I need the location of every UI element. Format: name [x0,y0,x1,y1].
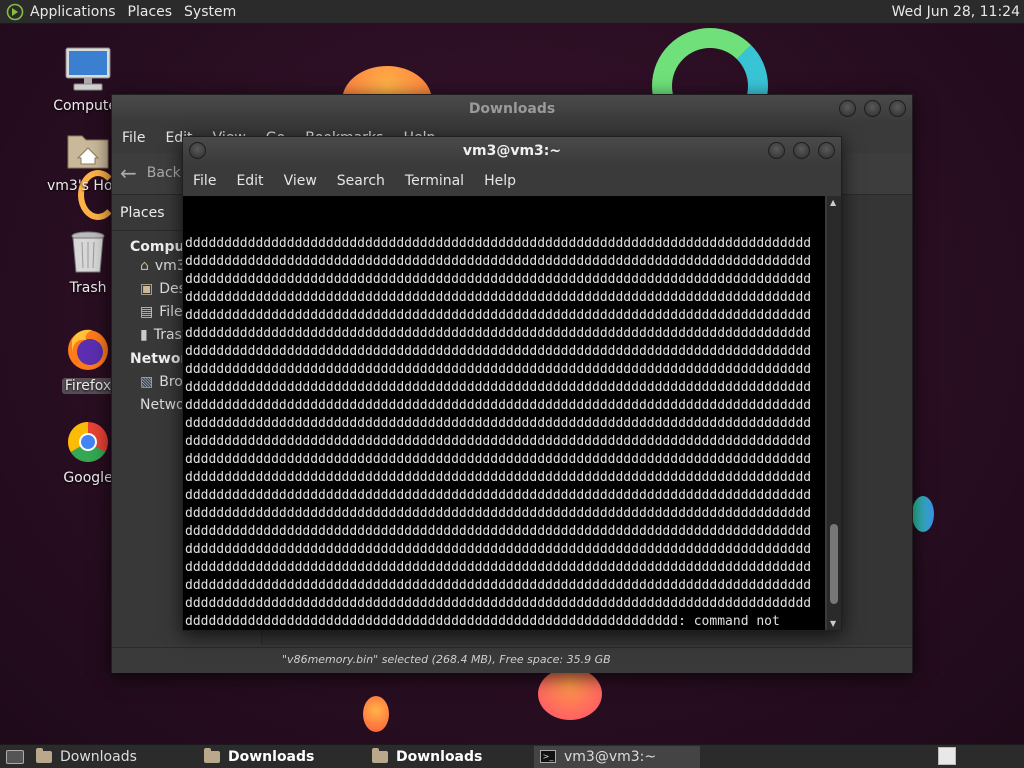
fm-statusbar: "v86memory.bin" selected (268.4 MB), Fre… [112,647,912,673]
terminal-line: dddddddddddddddddddddddddddddddddddddddd… [185,362,812,377]
clock[interactable]: Wed Jun 28, 11:24 [892,0,1020,24]
terminal-line: dddddddddddddddddddddddddddddddddddddddd… [185,578,812,593]
terminal-output[interactable]: dddddddddddddddddddddddddddddddddddddddd… [183,196,825,630]
terminal-line: dddddddddddddddddddddddddddddddddddddddd… [185,434,812,449]
terminal-line: dddddddddddddddddddddddddddddddddddddddd… [185,470,812,485]
file-manager-titlebar[interactable]: Downloads [112,95,912,123]
bottom-taskbar: Downloads Downloads Downloads >_ vm3@vm3… [0,744,1024,768]
maximize-button[interactable] [864,100,881,117]
task-downloads-2[interactable]: Downloads [198,746,364,768]
folder-icon [372,747,388,763]
desktop-icon-label: Firefox [61,378,115,394]
show-desktop-icon [6,749,24,764]
terminal-line: dddddddddddddddddddddddddddddddddddddddd… [185,290,812,305]
task-terminal[interactable]: >_ vm3@vm3:~ [534,745,700,768]
trash-icon [64,228,112,276]
terminal-titlebar[interactable]: vm3@vm3:~ [183,137,841,165]
terminal-line: dddddddddddddddddddddddddddddddddddddddd… [185,326,812,341]
network-icon: ▧ [140,374,154,390]
terminal-line: dddddddddddddddddddddddddddddddddddddddd… [185,614,780,629]
top-panel: Applications Places System Wed Jun 28, 1… [0,0,1024,24]
task-label: Downloads [396,748,483,765]
terminal-line: dddddddddddddddddddddddddddddddddddddddd… [185,380,812,395]
term-menu-terminal[interactable]: Terminal [395,173,474,189]
mate-logo-icon [6,3,24,20]
trash-small-icon: ▮ [140,327,148,343]
close-button[interactable] [818,142,835,159]
terminal-window: vm3@vm3:~ File Edit View Search Terminal… [182,136,842,631]
terminal-line: dddddddddddddddddddddddddddddddddddddddd… [185,596,812,611]
terminal-line: dddddddddddddddddddddddddddddddddddddddd… [185,416,812,431]
applications-menu[interactable]: Applications [0,0,122,24]
task-label: Downloads [228,748,315,765]
terminal-line: dddddddddddddddddddddddddddddddddddddddd… [185,452,812,467]
drive-icon: ▤ [140,304,154,320]
term-menu-edit[interactable]: Edit [226,173,273,189]
terminal-line: dddddddddddddddddddddddddddddddddddddddd… [185,488,812,503]
terminal-line: dddddddddddddddddddddddddddddddddddddddd… [185,272,812,287]
terminal-scrollbar[interactable]: ▲ ▼ [827,196,841,630]
applications-menu-label: Applications [30,3,116,20]
terminal-line: dddddddddddddddddddddddddddddddddddddddd… [185,524,812,539]
window-menu-button[interactable] [189,142,206,159]
folder-icon [36,747,52,763]
back-arrow-icon: ← [120,161,137,185]
terminal-title: vm3@vm3:~ [462,143,562,159]
term-menu-help[interactable]: Help [474,173,526,189]
term-menu-file[interactable]: File [183,173,226,189]
terminal-line: dddddddddddddddddddddddddddddddddddddddd… [185,506,812,521]
file-manager-title: Downloads [468,101,556,117]
home-folder-icon [64,126,112,174]
desktop-folder-icon: ▣ [140,281,154,297]
places-menu-label: Places [127,3,173,20]
terminal-menubar: File Edit View Search Terminal Help [183,165,841,196]
terminal-line: dddddddddddddddddddddddddddddddddddddddd… [185,344,812,359]
close-button[interactable] [889,100,906,117]
show-desktop-button[interactable] [0,746,30,768]
system-menu-label: System [184,3,237,20]
scroll-thumb[interactable] [830,524,838,604]
back-button[interactable]: ← Back [120,161,181,185]
desktop-icon-label: Trash [69,280,107,296]
task-downloads-3[interactable]: Downloads [366,746,532,768]
chrome-icon [64,418,112,466]
terminal-line: dddddddddddddddddddddddddddddddddddddddd… [185,398,812,413]
fm-menu-file[interactable]: File [112,130,155,146]
computer-icon [64,46,112,94]
term-menu-view[interactable]: View [274,173,327,189]
firefox-icon [64,326,112,374]
system-menu[interactable]: System [178,0,242,24]
places-menu[interactable]: Places [122,0,179,24]
minimize-button[interactable] [839,100,856,117]
back-button-label: Back [146,165,181,181]
scroll-up-arrow-icon[interactable]: ▲ [830,198,836,207]
terminal-line: dddddddddddddddddddddddddddddddddddddddd… [185,254,812,269]
minimize-button[interactable] [768,142,785,159]
maximize-button[interactable] [793,142,810,159]
scroll-down-arrow-icon[interactable]: ▼ [830,619,836,628]
task-label: Downloads [60,748,137,765]
terminal-line: dddddddddddddddddddddddddddddddddddddddd… [185,542,812,557]
wallpaper-teal-blob [912,496,934,532]
terminal-line: dddddddddddddddddddddddddddddddddddddddd… [185,560,812,575]
task-downloads-1[interactable]: Downloads [30,746,196,768]
terminal-line: dddddddddddddddddddddddddddddddddddddddd… [185,236,812,251]
term-menu-search[interactable]: Search [327,173,395,189]
wallpaper-small-orange-blob [363,696,389,732]
terminal-lines: dddddddddddddddddddddddddddddddddddddddd… [185,235,825,630]
desktop-icon-label: Google [63,470,113,486]
folder-icon [204,747,220,763]
status-text: "v86memory.bin" selected (268.4 MB), Fre… [282,653,611,666]
terminal-icon: >_ [540,750,556,763]
home-icon: ⌂ [140,258,149,274]
workspace-switcher[interactable] [938,747,956,765]
task-label: vm3@vm3:~ [564,748,657,765]
terminal-line: dddddddddddddddddddddddddddddddddddddddd… [185,308,812,323]
wallpaper-pink-blob [538,668,602,720]
